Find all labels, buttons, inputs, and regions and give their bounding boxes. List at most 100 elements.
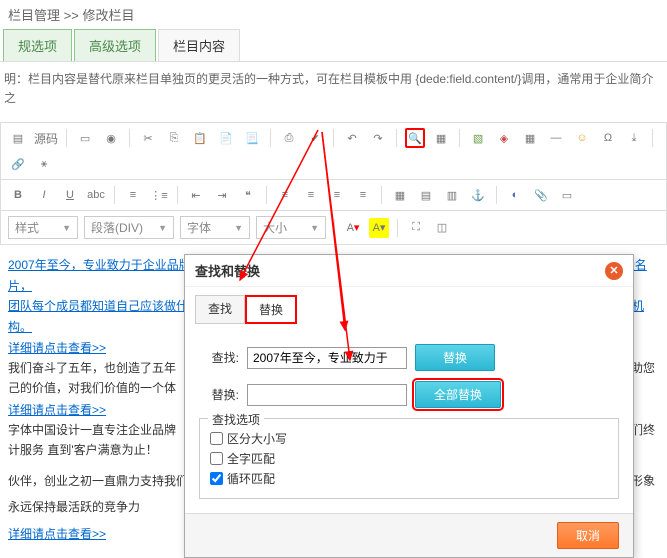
close-icon[interactable]: ✕ xyxy=(605,262,623,280)
new-icon[interactable]: ▭ xyxy=(75,128,95,148)
pagebreak-icon[interactable]: ⤓ xyxy=(624,128,644,148)
tab-content[interactable]: 栏目内容 xyxy=(158,29,240,61)
crumb-b: 修改栏目 xyxy=(82,8,134,23)
copy-icon[interactable]: ⎘ xyxy=(164,128,184,148)
image-icon[interactable]: ▧ xyxy=(468,128,488,148)
cut-icon[interactable]: ✂ xyxy=(138,128,158,148)
ul-icon[interactable]: ⋮≡ xyxy=(149,185,169,205)
paste-word-icon[interactable]: 📃 xyxy=(242,128,262,148)
loop-checkbox[interactable] xyxy=(210,472,223,485)
spell-icon[interactable]: ✔ xyxy=(305,128,325,148)
sep xyxy=(381,186,382,204)
replace-all-button[interactable]: 全部替换 xyxy=(415,381,501,408)
para-3a: 我们奋斗了五年，也创造了五年 xyxy=(8,358,176,378)
sep xyxy=(459,129,460,147)
media-icon[interactable]: ◐ xyxy=(505,185,525,205)
detail-link-1[interactable]: 详细请点击查看>> xyxy=(8,339,106,356)
insert-table-icon[interactable]: ▦ xyxy=(390,185,410,205)
text-color-icon[interactable]: A▾ xyxy=(343,218,363,238)
detail-link-3[interactable]: 详细请点击查看>> xyxy=(8,525,106,542)
tab-replace[interactable]: 替换 xyxy=(245,295,297,324)
sep xyxy=(652,129,653,147)
link-icon[interactable]: 🔗 xyxy=(8,154,28,174)
redo-icon[interactable]: ↷ xyxy=(368,128,388,148)
align-right-icon[interactable]: ≡ xyxy=(327,185,347,205)
source-btn[interactable]: ▤ xyxy=(8,128,28,148)
crumb-sep: >> xyxy=(64,8,79,23)
replace-input[interactable] xyxy=(247,384,407,406)
quote-icon[interactable]: ❝ xyxy=(238,185,258,205)
bg-color-icon[interactable]: A▾ xyxy=(369,218,389,238)
anchor-icon[interactable]: ⚓ xyxy=(468,185,488,205)
hr-icon[interactable]: — xyxy=(546,128,566,148)
dialog-tabs: 查找 替换 xyxy=(185,287,633,324)
font-select[interactable]: 字体▼ xyxy=(180,216,250,239)
detail-link-2[interactable]: 详细请点击查看>> xyxy=(8,401,106,418)
sep xyxy=(397,219,398,237)
paste-icon[interactable]: 📋 xyxy=(190,128,210,148)
insert-col-icon[interactable]: ▥ xyxy=(442,185,462,205)
attach-icon[interactable]: 📎 xyxy=(531,185,551,205)
tab-basic[interactable]: 规选项 xyxy=(3,29,72,61)
find-input[interactable] xyxy=(247,347,407,369)
sep xyxy=(266,186,267,204)
dialog-body: 查找: 替换 替换: 全部替换 查找选项 区分大小写 全字匹配 循环匹配 xyxy=(185,324,633,513)
opt-whole[interactable]: 全字匹配 xyxy=(210,450,608,467)
dialog-title: 查找和替换 xyxy=(195,261,260,280)
para-7: 伙伴，创业之初一直鼎力支持我们 xyxy=(8,471,188,491)
insert-row-icon[interactable]: ▤ xyxy=(416,185,436,205)
select-all-icon[interactable]: ▦ xyxy=(431,128,451,148)
dialog-footer: 取消 xyxy=(185,513,633,557)
block-select[interactable]: 段落(DIV)▼ xyxy=(84,216,174,239)
style-select[interactable]: 样式▼ xyxy=(8,216,78,239)
italic-icon[interactable]: I xyxy=(34,185,54,205)
align-center-icon[interactable]: ≡ xyxy=(301,185,321,205)
tab-advanced[interactable]: 高级选项 xyxy=(74,29,156,61)
blocks-icon[interactable]: ◫ xyxy=(432,218,452,238)
align-left-icon[interactable]: ≡ xyxy=(275,185,295,205)
description: 明：栏目内容是替代原来栏目单独页的更灵活的一种方式，可在栏目模板中用 {dede… xyxy=(0,62,667,122)
cancel-button[interactable]: 取消 xyxy=(557,522,619,549)
maximize-icon[interactable]: ⛶ xyxy=(406,218,426,238)
whole-checkbox[interactable] xyxy=(210,452,223,465)
sep xyxy=(334,219,335,237)
sep xyxy=(66,129,67,147)
outdent-icon[interactable]: ⇤ xyxy=(186,185,206,205)
preview-icon[interactable]: ◉ xyxy=(101,128,121,148)
opt-loop[interactable]: 循环匹配 xyxy=(210,470,608,487)
template-icon[interactable]: ▭ xyxy=(557,185,577,205)
source-label[interactable]: 源码 xyxy=(34,130,58,147)
undo-icon[interactable]: ↶ xyxy=(342,128,362,148)
sep xyxy=(396,129,397,147)
case-checkbox[interactable] xyxy=(210,432,223,445)
replace-button[interactable]: 替换 xyxy=(415,344,495,371)
paste-text-icon[interactable]: 📄 xyxy=(216,128,236,148)
print-icon[interactable]: ⎙ xyxy=(279,128,299,148)
justify-icon[interactable]: ≡ xyxy=(353,185,373,205)
special-icon[interactable]: Ω xyxy=(598,128,618,148)
flash-icon[interactable]: ◈ xyxy=(494,128,514,148)
tab-find[interactable]: 查找 xyxy=(195,295,245,324)
sep xyxy=(270,129,271,147)
strike-icon[interactable]: abc xyxy=(86,185,106,205)
unlink-icon[interactable]: ⚹ xyxy=(34,154,54,174)
find-replace-dialog: 查找和替换 ✕ 查找 替换 查找: 替换 替换: 全部替换 查找选项 区分大小写… xyxy=(184,254,634,558)
crumb-a[interactable]: 栏目管理 xyxy=(8,8,60,23)
sep xyxy=(177,186,178,204)
find-label: 查找: xyxy=(199,349,239,366)
opt-case[interactable]: 区分大小写 xyxy=(210,430,608,447)
breadcrumb: 栏目管理 >> 修改栏目 xyxy=(0,0,667,29)
dialog-header[interactable]: 查找和替换 ✕ xyxy=(185,255,633,287)
ol-icon[interactable]: ≡ xyxy=(123,185,143,205)
toolbar-row2: B I U abc ≡ ⋮≡ ⇤ ⇥ ❝ ≡ ≡ ≡ ≡ ▦ ▤ ▥ ⚓ ◐ 📎… xyxy=(0,180,667,211)
emoji-icon[interactable]: ☺ xyxy=(572,128,592,148)
find-options: 查找选项 区分大小写 全字匹配 循环匹配 xyxy=(199,418,619,499)
table-icon[interactable]: ▦ xyxy=(520,128,540,148)
bold-icon[interactable]: B xyxy=(8,185,28,205)
tabs: 规选项 高级选项 栏目内容 xyxy=(0,29,667,62)
sep xyxy=(129,129,130,147)
size-select[interactable]: 大小▼ xyxy=(256,216,326,239)
find-replace-icon[interactable]: 🔍 xyxy=(405,128,425,148)
indent-icon[interactable]: ⇥ xyxy=(212,185,232,205)
underline-icon[interactable]: U xyxy=(60,185,80,205)
